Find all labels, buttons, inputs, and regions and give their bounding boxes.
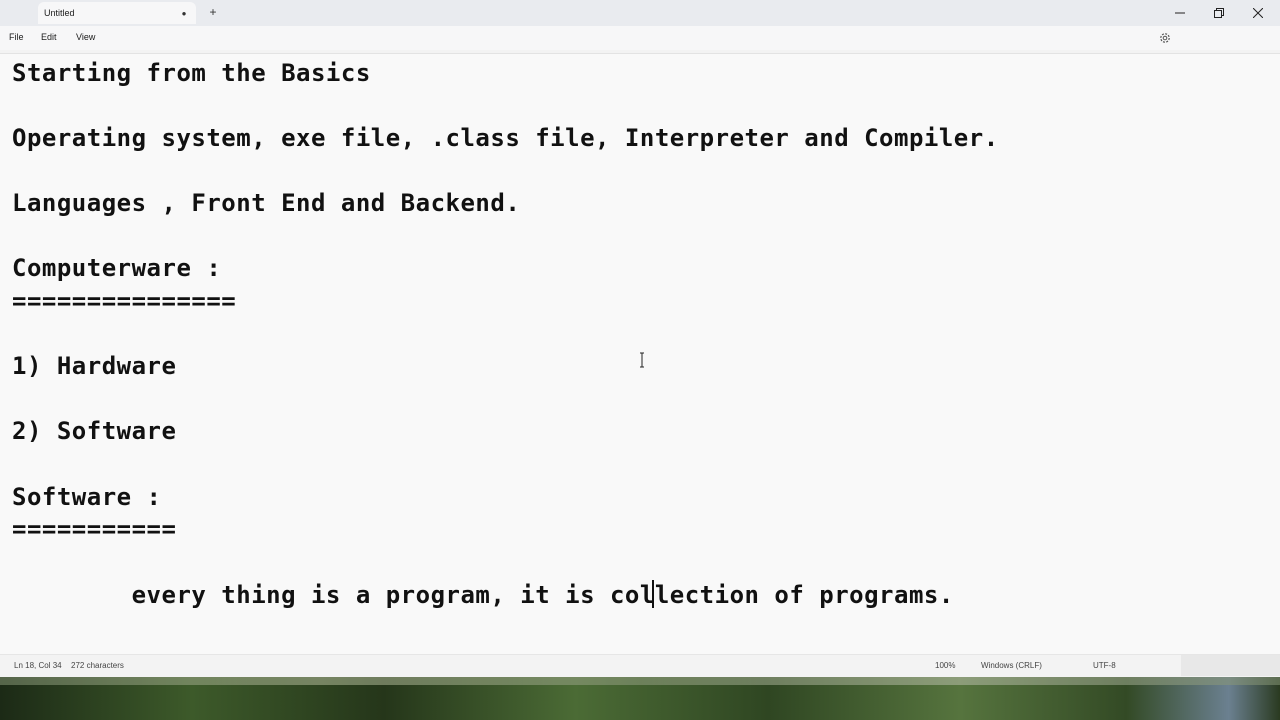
editor-line: 1) Hardware xyxy=(12,352,177,380)
encoding[interactable]: UTF-8 xyxy=(1093,661,1116,670)
menu-edit[interactable]: Edit xyxy=(41,32,57,42)
character-count: 272 characters xyxy=(71,661,124,670)
editor-line: =========== xyxy=(12,515,177,543)
editor-line: 2) Software xyxy=(12,417,177,445)
menu-bar: File Edit View xyxy=(0,26,1280,50)
text-caret xyxy=(652,580,654,608)
gear-icon[interactable] xyxy=(1158,31,1172,45)
editor-line: Languages , Front End and Backend. xyxy=(12,189,521,217)
minimize-button[interactable] xyxy=(1160,0,1200,26)
close-icon xyxy=(1253,8,1263,18)
zoom-level[interactable]: 100% xyxy=(935,661,955,670)
line-ending[interactable]: Windows (CRLF) xyxy=(981,661,1042,670)
editor-line: Software : xyxy=(12,483,162,511)
tab-title: Untitled xyxy=(44,8,75,18)
editor-line: every thing is a program, it is collecti… xyxy=(12,581,954,609)
menu-file[interactable]: File xyxy=(9,32,24,42)
menu-view[interactable]: View xyxy=(76,32,95,42)
tab-untitled[interactable]: Untitled ● xyxy=(38,2,196,24)
status-bar-blank xyxy=(1181,655,1280,676)
ibeam-cursor-icon xyxy=(640,352,644,368)
unsaved-dot-icon[interactable]: ● xyxy=(178,9,190,18)
close-button[interactable] xyxy=(1238,0,1278,26)
new-tab-button[interactable]: + xyxy=(205,4,221,20)
cursor-position[interactable]: Ln 18, Col 34 xyxy=(14,661,62,670)
status-bar: Ln 18, Col 34 272 characters 100% Window… xyxy=(0,654,1280,677)
editor-line: Operating system, exe file, .class file,… xyxy=(12,124,999,152)
editor-line: =============== xyxy=(12,287,237,315)
desktop-background xyxy=(0,677,1280,720)
title-bar: Untitled ● + xyxy=(0,0,1280,26)
restore-icon xyxy=(1214,8,1224,18)
restore-button[interactable] xyxy=(1199,0,1239,26)
minimize-icon xyxy=(1175,12,1185,14)
editor-line: Starting from the Basics xyxy=(12,59,371,87)
desktop-sky xyxy=(0,677,1280,685)
editor-line: Computerware : xyxy=(12,254,222,282)
